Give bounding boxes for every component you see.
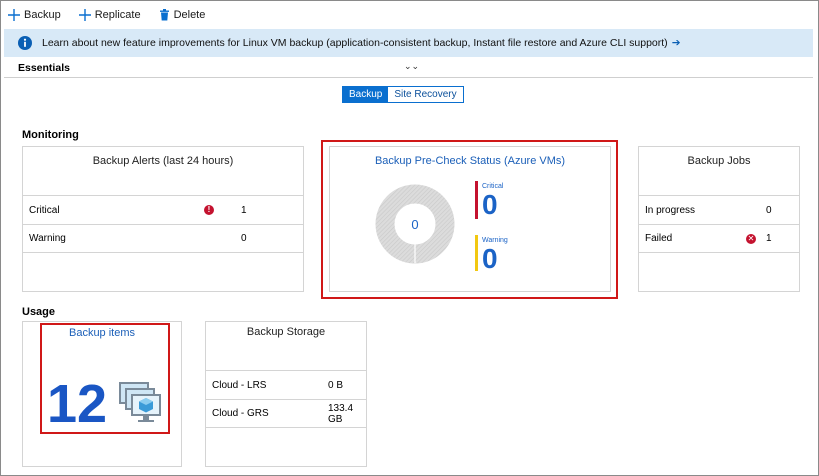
alerts-warning-label: Warning xyxy=(29,233,66,244)
command-bar: Backup Replicate Delete xyxy=(8,3,205,27)
jobs-row-in-progress[interactable]: In progress 0 xyxy=(639,195,799,224)
alerts-row-critical[interactable]: Critical ! 1 xyxy=(23,195,303,224)
backup-alerts-title: Backup Alerts (last 24 hours) xyxy=(92,155,234,167)
info-icon xyxy=(18,36,32,50)
storage-grs-value: 133.4 GB xyxy=(328,402,354,425)
arrow-right-icon[interactable]: ➔ xyxy=(672,37,681,49)
view-toggle: Backup Site Recovery xyxy=(342,86,464,103)
monitoring-heading: Monitoring xyxy=(22,129,79,141)
essentials-bar: Essentials ⌄⌄ xyxy=(4,58,813,78)
toggle-site-recovery[interactable]: Site Recovery xyxy=(388,87,463,102)
jobs-row-failed[interactable]: Failed ✕ 1 xyxy=(639,224,799,253)
replicate-button[interactable]: Replicate xyxy=(78,9,141,21)
essentials-label: Essentials xyxy=(18,61,70,74)
toggle-backup[interactable]: Backup xyxy=(343,87,389,102)
backup-button[interactable]: Backup xyxy=(8,9,61,21)
plus-icon xyxy=(78,9,91,21)
delete-button-label: Delete xyxy=(173,9,206,21)
failed-x-icon: ✕ xyxy=(746,234,756,244)
alerts-warning-value: 0 xyxy=(241,233,247,244)
storage-lrs-label: Cloud - LRS xyxy=(212,379,267,391)
precheck-highlight-box xyxy=(321,140,618,299)
storage-row-grs[interactable]: Cloud - GRS 133.4 GB xyxy=(206,399,366,428)
delete-button[interactable]: Delete xyxy=(159,9,206,21)
alerts-critical-value: 1 xyxy=(241,204,247,216)
backup-alerts-tile[interactable]: Backup Alerts (last 24 hours) Critical !… xyxy=(22,146,304,292)
jobs-failed-value: 1 xyxy=(766,233,772,244)
backup-storage-tile[interactable]: Backup Storage Cloud - LRS 0 B Cloud - G… xyxy=(205,321,367,467)
backup-items-highlight-box xyxy=(40,323,170,434)
backup-jobs-title: Backup Jobs xyxy=(687,155,751,167)
backup-button-label: Backup xyxy=(24,9,61,21)
jobs-in-progress-label: In progress xyxy=(645,204,696,216)
alerts-row-warning[interactable]: Warning 0 xyxy=(23,224,303,253)
double-chevron-down-icon[interactable]: ⌄⌄ xyxy=(404,61,419,72)
alerts-critical-label: Critical xyxy=(29,204,60,216)
backup-jobs-tile[interactable]: Backup Jobs In progress 0 Failed ✕ 1 xyxy=(638,146,800,292)
replicate-button-label: Replicate xyxy=(94,9,141,21)
usage-heading: Usage xyxy=(22,306,56,318)
banner-text: Learn about new feature improvements for… xyxy=(42,37,668,49)
plus-icon xyxy=(8,9,20,21)
info-banner[interactable]: Learn about new feature improvements for… xyxy=(4,29,813,57)
storage-lrs-value: 0 B xyxy=(328,379,344,391)
trash-icon xyxy=(159,9,169,21)
storage-row-lrs[interactable]: Cloud - LRS 0 B xyxy=(206,370,366,399)
alert-error-icon: ! xyxy=(204,205,214,215)
storage-grs-label: Cloud - GRS xyxy=(212,408,269,419)
jobs-failed-label: Failed xyxy=(645,233,673,244)
backup-storage-title: Backup Storage xyxy=(246,326,326,338)
jobs-in-progress-value: 0 xyxy=(766,204,772,216)
